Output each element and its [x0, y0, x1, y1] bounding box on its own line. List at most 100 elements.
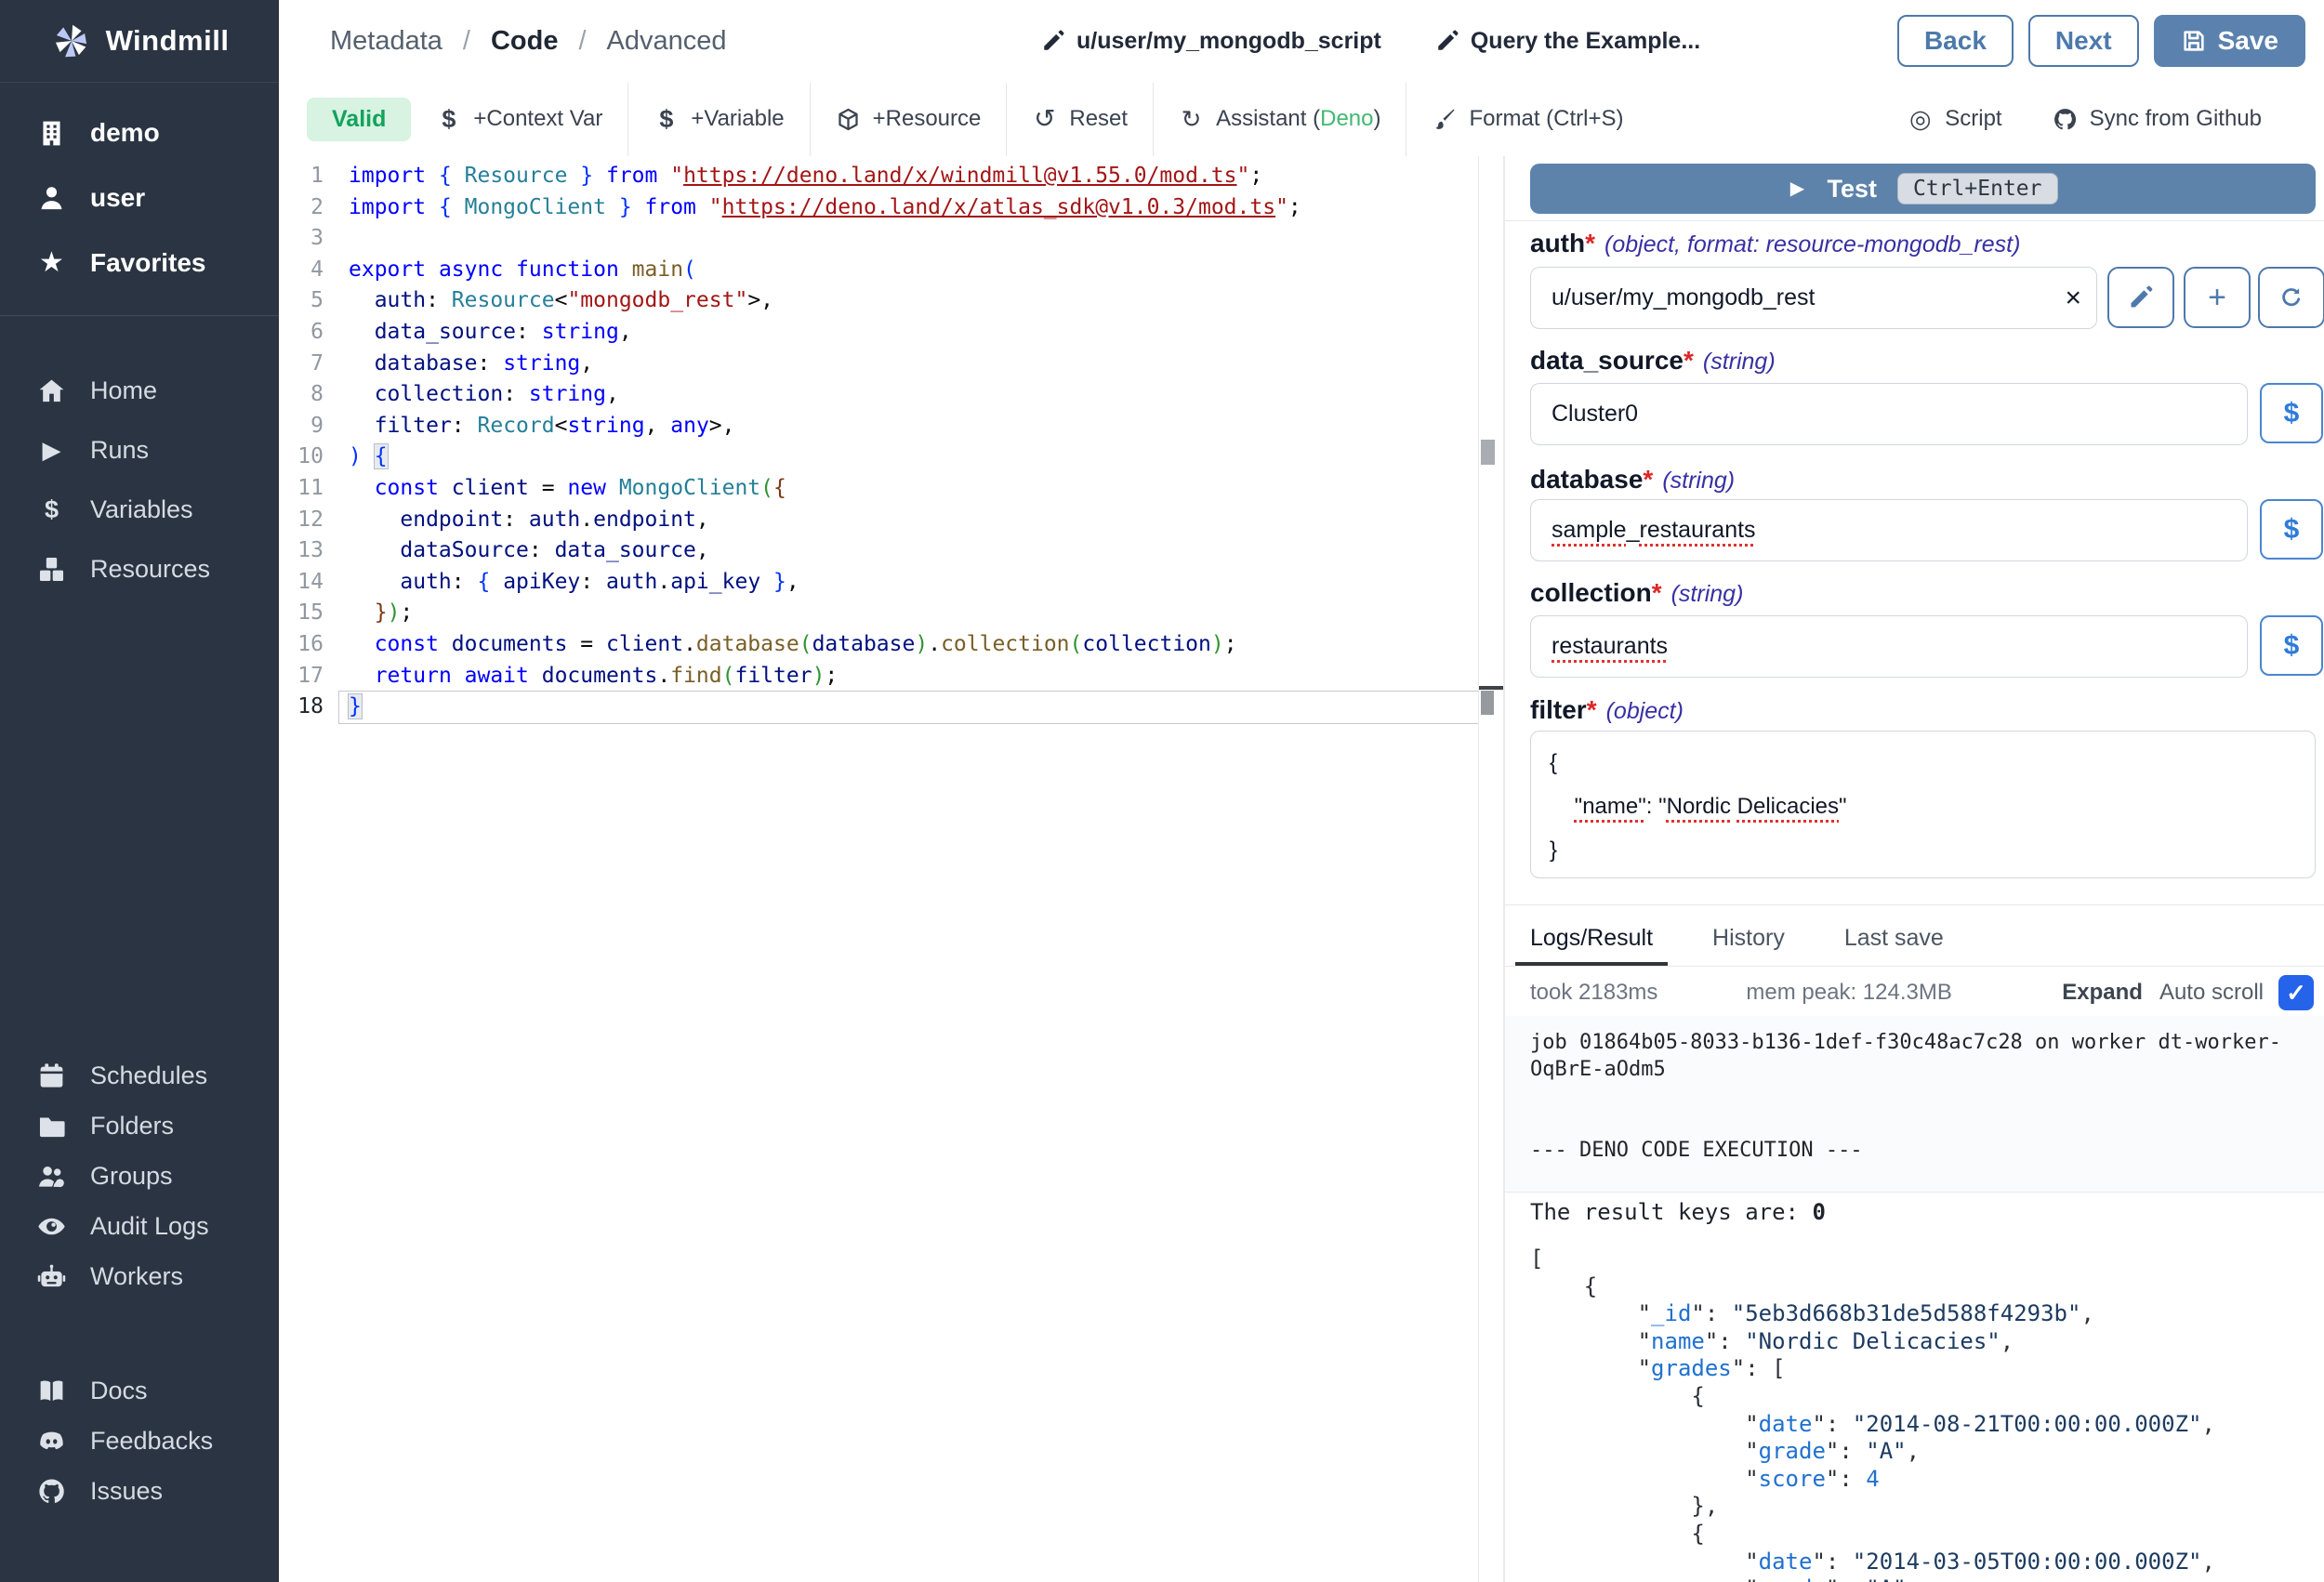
- result-output: The result keys are: 0 [ { "_id": "5eb3d…: [1505, 1179, 2324, 1582]
- breadcrumb-metadata[interactable]: Metadata: [330, 26, 442, 57]
- sidebar-item-audit-logs[interactable]: Audit Logs: [0, 1201, 279, 1251]
- test-button[interactable]: ▶ Test Ctrl+Enter: [1530, 164, 2316, 214]
- result-json-line: {: [1530, 1383, 2317, 1411]
- run-duration: took 2183ms: [1530, 980, 1657, 1006]
- save-button[interactable]: Save: [2154, 15, 2305, 67]
- sidebar-item-demo[interactable]: demo: [0, 100, 279, 165]
- data-source-var-button[interactable]: $: [2260, 383, 2323, 443]
- add-variable-button[interactable]: $ +Variable: [628, 82, 809, 156]
- sidebar-item-workers[interactable]: Workers: [0, 1251, 279, 1301]
- github-icon: [37, 1477, 66, 1506]
- sidebar-item-user[interactable]: user: [0, 165, 279, 231]
- add-resource-button[interactable]: +Resource: [811, 82, 1007, 156]
- code-editor[interactable]: 1import { Resource } from "https://deno.…: [279, 156, 1504, 1582]
- script-summary: Query the Example...: [1471, 28, 1700, 55]
- tab-logs-result[interactable]: Logs/Result: [1515, 916, 1668, 966]
- sidebar-item-label: Folders: [90, 1112, 174, 1140]
- auth-resource-input[interactable]: u/user/my_mongodb_rest ×: [1530, 267, 2097, 329]
- database-input[interactable]: sample_restaurants: [1530, 499, 2248, 561]
- sidebar-item-home[interactable]: Home: [0, 361, 279, 420]
- workspace-logo[interactable]: Windmill: [0, 0, 279, 83]
- code-line: 14 auth: { apiKey: auth.api_key },: [279, 566, 1476, 598]
- sidebar: Windmill demouser★Favorites Home ▶Runs$Va…: [0, 0, 279, 1582]
- database-var-button[interactable]: $: [2260, 499, 2323, 560]
- sidebar-item-label: Audit Logs: [90, 1212, 209, 1241]
- run-status-row: took 2183ms mem peak: 124.3MB Expand Aut…: [1530, 974, 2314, 1011]
- code-line: 2import { MongoClient } from "https://de…: [279, 191, 1476, 223]
- log-line: [1530, 1110, 2316, 1137]
- autoscroll-checkbox[interactable]: ✓: [2278, 975, 2314, 1010]
- refresh-icon: [2278, 284, 2304, 310]
- sidebar-item-issues[interactable]: Issues: [0, 1466, 279, 1516]
- sidebar-item-label: Favorites: [90, 248, 206, 278]
- sidebar-item-groups[interactable]: Groups: [0, 1151, 279, 1201]
- script-toggle-button[interactable]: ◎ Script: [1882, 106, 2027, 132]
- discord-icon: [37, 1427, 66, 1456]
- refresh-resource-button[interactable]: [2258, 267, 2324, 328]
- format-button[interactable]: Format (Ctrl+S): [1406, 82, 1648, 156]
- sidebar-item-variables[interactable]: $Variables: [0, 480, 279, 539]
- user-icon: [37, 184, 66, 213]
- check-icon: ✓: [2286, 981, 2306, 1005]
- tab-last-save[interactable]: Last save: [1829, 916, 1959, 966]
- sidebar-item-label: Variables: [90, 495, 193, 524]
- sidebar-item-folders[interactable]: Folders: [0, 1101, 279, 1151]
- assistant-engine: Deno: [1320, 106, 1373, 131]
- scrollbar-thumb[interactable]: [1481, 691, 1494, 715]
- validity-badge: Valid: [307, 98, 411, 141]
- next-button[interactable]: Next: [2028, 15, 2139, 67]
- result-json-line: "grades": [: [1530, 1355, 2317, 1383]
- sidebar-item-label: Issues: [90, 1477, 163, 1506]
- clear-icon[interactable]: ×: [2065, 268, 2081, 328]
- code-line: 9 filter: Record<string, any>,: [279, 410, 1476, 442]
- code-line: 1import { Resource } from "https://deno.…: [279, 160, 1476, 191]
- tab-history[interactable]: History: [1697, 916, 1800, 966]
- sidebar-item-favorites[interactable]: ★Favorites: [0, 231, 279, 296]
- sidebar-item-resources[interactable]: Resources: [0, 539, 279, 599]
- line-number: 16: [279, 628, 324, 660]
- script-identity: u/user/my_mongodb_script Query the Examp…: [1041, 0, 1700, 82]
- sync-from-github-button[interactable]: Sync from Github: [2027, 106, 2287, 132]
- add-context-var-button[interactable]: $ +Context Var: [411, 82, 627, 156]
- add-resource-button[interactable]: +: [2184, 267, 2251, 328]
- edit-resource-button[interactable]: [2107, 267, 2174, 328]
- code-line: 3: [279, 222, 1476, 254]
- brush-icon: [1432, 107, 1457, 132]
- pencil-icon: [1435, 29, 1459, 53]
- expand-button[interactable]: Expand: [2062, 980, 2143, 1006]
- line-number: 11: [279, 472, 324, 504]
- code-line: 5 auth: Resource<"mongodb_rest">,: [279, 284, 1476, 316]
- reset-button[interactable]: ↺ Reset: [1007, 82, 1153, 156]
- sidebar-divider: [0, 315, 279, 316]
- calendar-icon: [37, 1061, 66, 1090]
- breadcrumb-advanced[interactable]: Advanced: [607, 26, 727, 57]
- database-label: database* (string): [1530, 465, 1735, 494]
- filter-json-input[interactable]: { "name": "Nordic Delicacies"}: [1530, 731, 2316, 878]
- back-button[interactable]: Back: [1897, 15, 2014, 67]
- sidebar-item-schedules[interactable]: Schedules: [0, 1050, 279, 1101]
- filter-json-line: "name": "Nordic Delicacies": [1550, 784, 2315, 828]
- script-summary-edit[interactable]: Query the Example...: [1435, 28, 1700, 55]
- sidebar-item-runs[interactable]: ▶Runs: [0, 420, 279, 480]
- result-json-line: "grade": "A",: [1530, 1575, 2317, 1582]
- sidebar-item-docs[interactable]: Docs: [0, 1365, 279, 1416]
- script-path-edit[interactable]: u/user/my_mongodb_script: [1041, 28, 1381, 55]
- scrollbar-mark: [1479, 686, 1503, 690]
- code-line: 15 });: [279, 597, 1476, 628]
- sidebar-item-feedbacks[interactable]: Feedbacks: [0, 1416, 279, 1466]
- line-number: 18: [279, 691, 324, 722]
- data-source-label: data_source* (string): [1530, 346, 1776, 376]
- result-json-line: "_id": "5eb3d668b31de5d588f4293b",: [1530, 1300, 2317, 1328]
- code-line: 11 const client = new MongoClient({: [279, 472, 1476, 504]
- breadcrumb-code[interactable]: Code: [491, 26, 559, 57]
- autoscroll-label: Auto scroll: [2159, 980, 2264, 1006]
- dollar-icon: $: [654, 107, 679, 132]
- scrollbar-thumb[interactable]: [1481, 440, 1495, 465]
- assistant-button[interactable]: ↻ Assistant (Deno): [1154, 82, 1406, 156]
- sidebar-item-label: Home: [90, 376, 157, 405]
- collection-var-button[interactable]: $: [2260, 615, 2323, 676]
- line-number: 10: [279, 441, 324, 472]
- home-icon: [37, 376, 66, 405]
- data-source-input[interactable]: Cluster0: [1530, 383, 2248, 445]
- collection-input[interactable]: restaurants: [1530, 615, 2248, 678]
